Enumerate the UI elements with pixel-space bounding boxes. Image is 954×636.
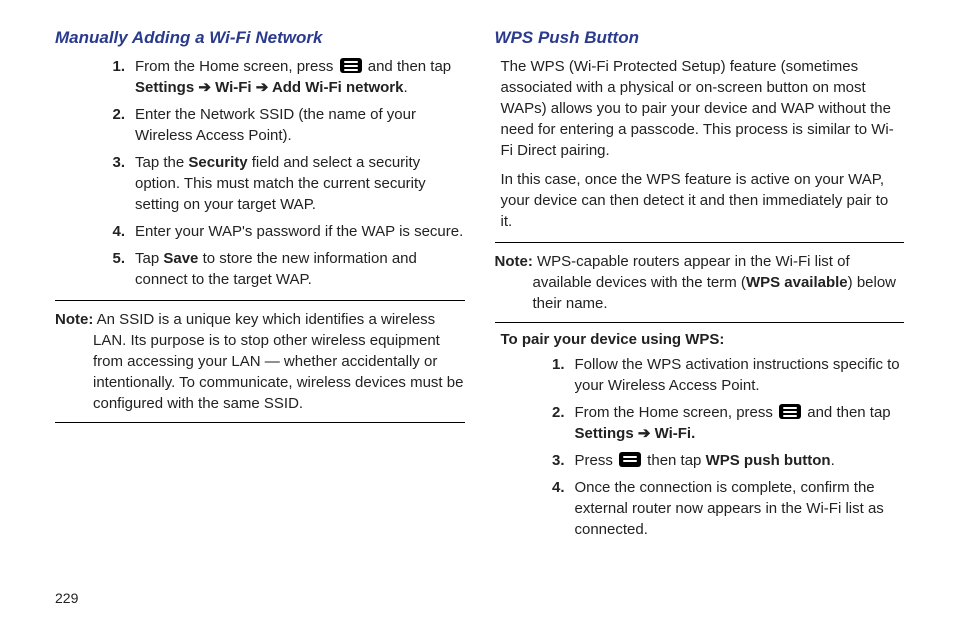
- menu-icon: [340, 58, 362, 73]
- manual-steps-list: 1. From the Home screen, press and then …: [55, 56, 465, 290]
- step-text: Tap the Security field and select a secu…: [135, 152, 465, 215]
- step-number: 1.: [99, 56, 135, 98]
- step-text: Follow the WPS activation instructions s…: [575, 354, 905, 396]
- step-number: 4.: [99, 221, 135, 242]
- list-item: 3. Press then tap WPS push button.: [539, 450, 905, 471]
- list-item: 1. From the Home screen, press and then …: [99, 56, 465, 98]
- step-number: 5.: [99, 248, 135, 290]
- step-text: Enter your WAP's password if the WAP is …: [135, 221, 465, 242]
- menu-icon: [779, 404, 801, 419]
- left-column: Manually Adding a Wi-Fi Network 1. From …: [55, 28, 465, 546]
- list-item: 5. Tap Save to store the new information…: [99, 248, 465, 290]
- note-ssid: Note: An SSID is a unique key which iden…: [55, 300, 465, 423]
- document-page: Manually Adding a Wi-Fi Network 1. From …: [0, 0, 954, 566]
- step-text: From the Home screen, press and then tap…: [575, 402, 905, 444]
- step-number: 2.: [539, 402, 575, 444]
- wps-description-1: The WPS (Wi-Fi Protected Setup) feature …: [495, 56, 905, 161]
- step-number: 3.: [99, 152, 135, 215]
- note-label: Note:: [495, 253, 533, 270]
- wps-steps-list: 1. Follow the WPS activation instruction…: [495, 354, 905, 540]
- list-item: 3. Tap the Security field and select a s…: [99, 152, 465, 215]
- wps-lead: To pair your device using WPS:: [495, 331, 905, 348]
- list-item: 4. Enter your WAP's password if the WAP …: [99, 221, 465, 242]
- page-number: 229: [55, 590, 78, 606]
- note-wps: Note: WPS-capable routers appear in the …: [495, 242, 905, 323]
- step-text: Once the connection is complete, confirm…: [575, 477, 905, 540]
- step-text: Enter the Network SSID (the name of your…: [135, 104, 465, 146]
- step-text: From the Home screen, press and then tap…: [135, 56, 465, 98]
- note-text: Note: WPS-capable routers appear in the …: [495, 251, 905, 314]
- step-number: 3.: [539, 450, 575, 471]
- section-title-wps: WPS Push Button: [495, 28, 905, 48]
- step-number: 2.: [99, 104, 135, 146]
- step-number: 1.: [539, 354, 575, 396]
- right-column: WPS Push Button The WPS (Wi-Fi Protected…: [495, 28, 905, 546]
- section-title-manual-wifi: Manually Adding a Wi-Fi Network: [55, 28, 465, 48]
- list-item: 1. Follow the WPS activation instruction…: [539, 354, 905, 396]
- menu-icon: [619, 452, 641, 467]
- step-text: Press then tap WPS push button.: [575, 450, 905, 471]
- step-number: 4.: [539, 477, 575, 540]
- list-item: 2. From the Home screen, press and then …: [539, 402, 905, 444]
- step-text: Tap Save to store the new information an…: [135, 248, 465, 290]
- wps-description-2: In this case, once the WPS feature is ac…: [495, 169, 905, 232]
- note-text: Note: An SSID is a unique key which iden…: [55, 309, 465, 414]
- list-item: 4. Once the connection is complete, conf…: [539, 477, 905, 540]
- note-label: Note:: [55, 311, 93, 328]
- list-item: 2. Enter the Network SSID (the name of y…: [99, 104, 465, 146]
